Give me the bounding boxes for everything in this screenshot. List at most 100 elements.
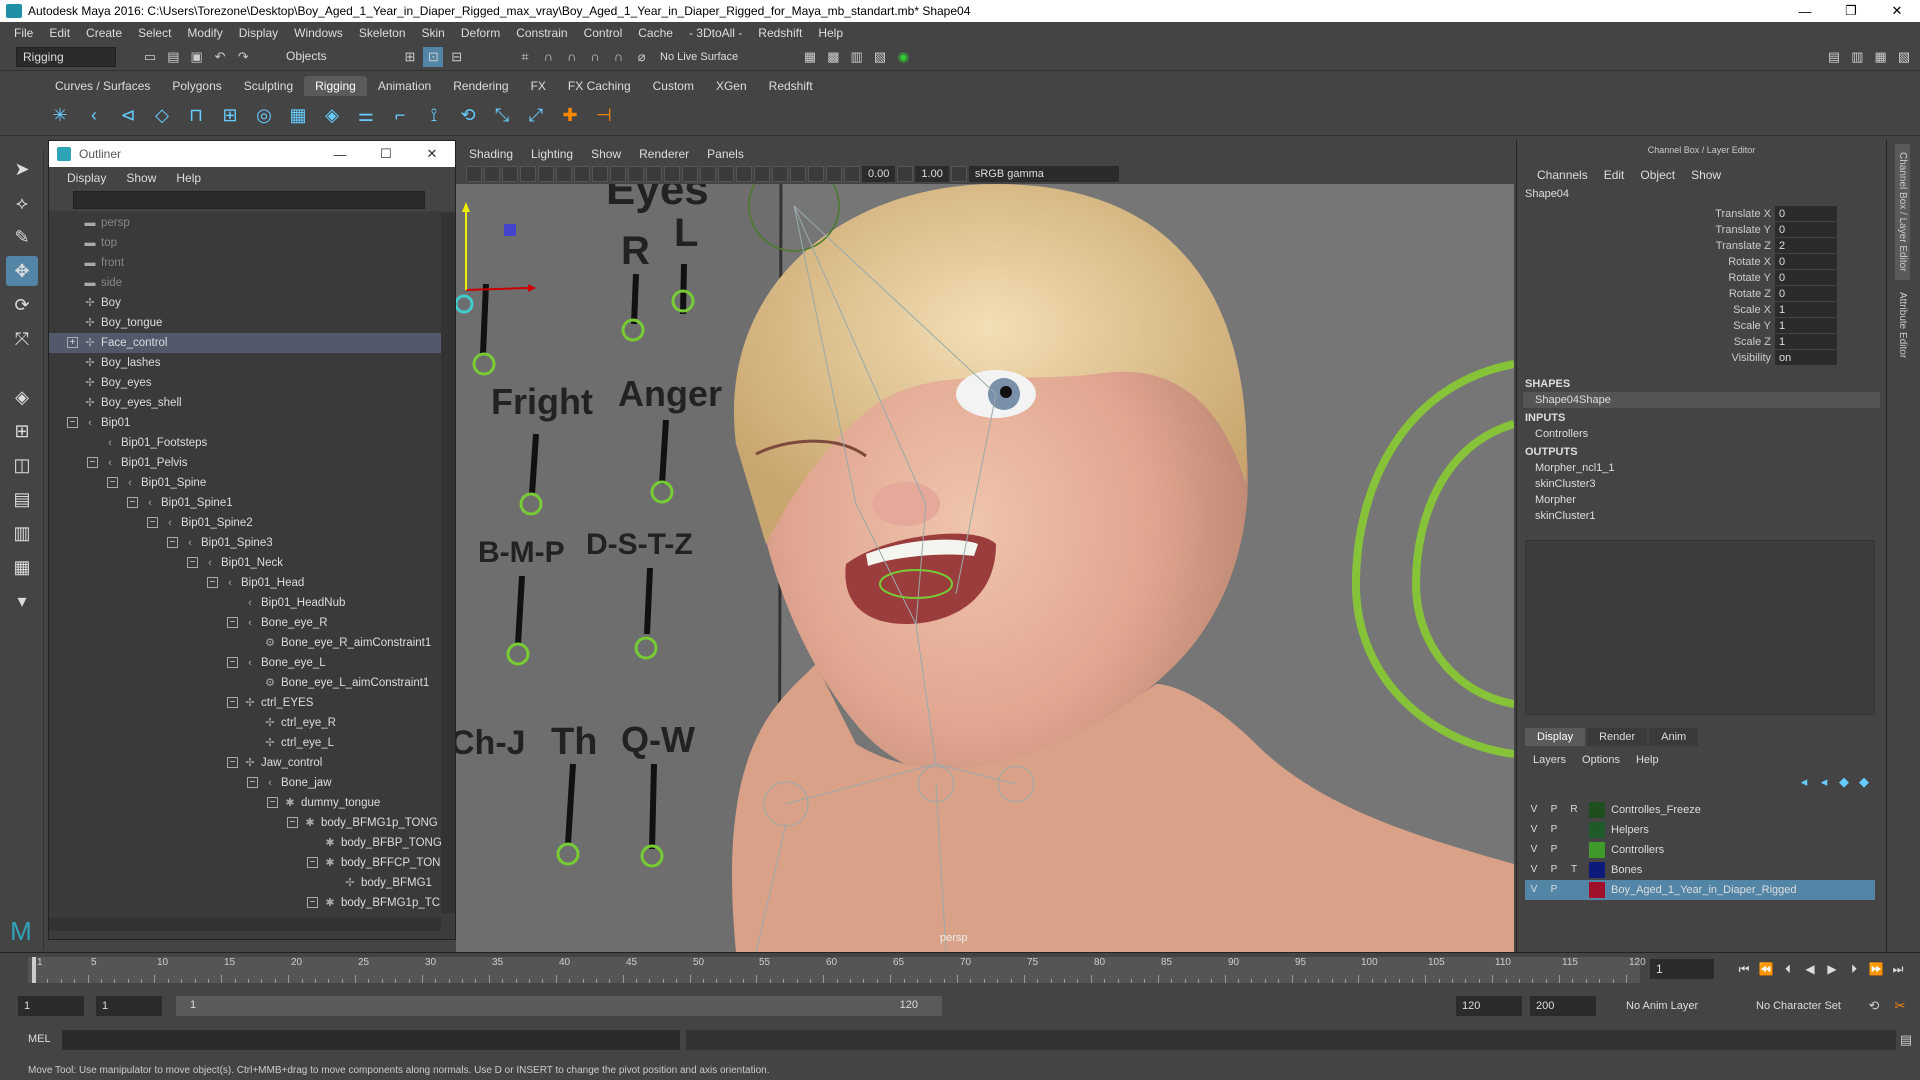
outliner-item[interactable]: ‹ Bip01_Footsteps <box>49 433 441 453</box>
layer-color-swatch[interactable] <box>1589 822 1605 838</box>
display-layer-row[interactable]: V P Boy_Aged_1_Year_in_Diaper_Rigged <box>1525 880 1875 900</box>
menu-create[interactable]: Create <box>78 26 130 40</box>
bookmark-icon[interactable] <box>502 166 518 182</box>
layer-toggle-p[interactable]: P <box>1545 801 1563 819</box>
outliner-item[interactable]: − ✱ dummy_tongue <box>49 793 441 813</box>
render-view-icon[interactable]: ▦ <box>800 47 820 67</box>
channel-attribute-name[interactable]: Translate Z <box>1517 238 1775 254</box>
outliner-menu-show[interactable]: Show <box>116 171 166 185</box>
menu-cache[interactable]: Cache <box>630 26 681 40</box>
orient-joint-icon[interactable]: ◇ <box>148 102 176 130</box>
channel-attribute-value[interactable]: 1 <box>1775 334 1837 350</box>
menu-windows[interactable]: Windows <box>286 26 351 40</box>
channel-attribute-value[interactable]: on <box>1775 350 1837 366</box>
menu-file[interactable]: File <box>6 26 41 40</box>
ipr-render-icon[interactable]: ▥ <box>847 47 867 67</box>
outliner-minimize-button[interactable]: — <box>317 147 363 162</box>
outliner-item[interactable]: ▬ front <box>49 253 441 273</box>
scale-constraint-icon[interactable]: ⤡ <box>488 102 516 130</box>
outliner-item[interactable]: − ‹ Bone_eye_L <box>49 653 441 673</box>
channel-attribute-value[interactable]: 1 <box>1775 302 1837 318</box>
xray-icon[interactable] <box>718 166 734 182</box>
layer-toggle-r[interactable] <box>1565 881 1583 899</box>
channel-attribute-name[interactable]: Translate X <box>1517 206 1775 222</box>
cb-menu-show[interactable]: Show <box>1683 168 1729 182</box>
menu-skin[interactable]: Skin <box>414 26 453 40</box>
exposure-icon[interactable] <box>844 166 860 182</box>
outliner-item[interactable]: ✢ ctrl_eye_L <box>49 733 441 753</box>
outliner-item[interactable]: − ‹ Bip01_Spine1 <box>49 493 441 513</box>
render-settings-icon[interactable]: ▧ <box>870 47 890 67</box>
character-set-dropdown[interactable]: No Character Set <box>1750 996 1870 1016</box>
exposure-field[interactable]: 0.00 <box>862 166 896 182</box>
viewport-menu-shading[interactable]: Shading <box>460 147 522 161</box>
outliner-horizontal-scrollbar[interactable] <box>49 917 441 931</box>
hypershade-icon[interactable]: ◉ <box>893 47 913 67</box>
textured-icon[interactable] <box>664 166 680 182</box>
outliner-item[interactable]: − ‹ Bip01_Neck <box>49 553 441 573</box>
resolution-gate-icon[interactable] <box>574 166 590 182</box>
tool-settings-icon[interactable]: ▦ <box>1871 47 1891 67</box>
move-layer-up-icon[interactable]: ◂ <box>1797 772 1811 792</box>
outliner-menu-help[interactable]: Help <box>166 171 211 185</box>
selection-mode-dropdown[interactable]: Objects <box>280 47 380 67</box>
menu-edit[interactable]: Edit <box>41 26 78 40</box>
layer-toggle-v[interactable]: V <box>1525 841 1543 859</box>
menu-display[interactable]: Display <box>231 26 286 40</box>
tab-curves-surfaces[interactable]: Curves / Surfaces <box>44 76 161 96</box>
playback-start-field[interactable]: 1 <box>96 996 162 1016</box>
menu-skeleton[interactable]: Skeleton <box>351 26 414 40</box>
layer-toggle-v[interactable]: V <box>1525 861 1543 879</box>
persp-outliner-layout-icon[interactable]: ▦ <box>6 552 38 582</box>
expand-toggle-icon[interactable]: − <box>227 657 238 668</box>
menu-select[interactable]: Select <box>130 26 179 40</box>
play-forwards-icon[interactable]: ▶ <box>1822 962 1842 976</box>
mirror-joint-icon[interactable]: ⊲ <box>114 102 142 130</box>
tab-rendering[interactable]: Rendering <box>442 76 519 96</box>
expand-toggle-icon[interactable]: + <box>67 337 78 348</box>
move-layer-down-icon[interactable]: ◂ <box>1817 772 1831 792</box>
outliner-item[interactable]: ✢ Boy_eyes_shell <box>49 393 441 413</box>
tab-custom[interactable]: Custom <box>642 76 705 96</box>
time-slider[interactable]: 1 5 10 15 20 25 30 35 40 45 50 55 60 65 70 75 80 85 90 95 10… <box>0 952 1920 986</box>
outliner-item[interactable]: − ‹ Bip01_Spine3 <box>49 533 441 553</box>
menu-set-dropdown[interactable]: Rigging <box>16 47 116 67</box>
animation-start-field[interactable]: 1 <box>18 996 84 1016</box>
tab-display-layers[interactable]: Display <box>1525 728 1586 746</box>
snap-curve-icon[interactable]: ∩ <box>538 47 558 67</box>
graph-layout-icon[interactable]: ▤ <box>6 484 38 514</box>
current-frame-field[interactable]: 1 <box>1650 959 1714 979</box>
new-scene-icon[interactable]: ▭ <box>140 47 160 67</box>
point-constraint-icon[interactable]: ⟟ <box>420 102 448 130</box>
input-node[interactable]: Controllers <box>1517 426 1886 442</box>
channel-attribute-name[interactable]: Translate Y <box>1517 222 1775 238</box>
layer-color-swatch[interactable] <box>1589 882 1605 898</box>
new-layer-selected-icon[interactable]: ◆ <box>1857 772 1871 792</box>
snap-view-icon[interactable]: ∩ <box>585 47 605 67</box>
current-time-indicator[interactable] <box>32 957 36 983</box>
locator-icon[interactable]: ✚ <box>556 102 584 130</box>
outliner-item[interactable]: ⚙ Bone_eye_L_aimConstraint1 <box>49 673 441 693</box>
use-all-lights-icon[interactable] <box>682 166 698 182</box>
anim-layer-dropdown[interactable]: No Anim Layer <box>1620 996 1730 1016</box>
move-tool-icon[interactable]: ✥ <box>6 256 38 286</box>
channel-attribute-value[interactable]: 0 <box>1775 206 1837 222</box>
outliner-item[interactable]: ▬ top <box>49 233 441 253</box>
preferences-icon[interactable]: ✂ <box>1890 996 1910 1016</box>
display-layer-row[interactable]: V P Controllers <box>1525 840 1875 860</box>
outliner-item[interactable]: + ✢ Face_control <box>49 333 441 353</box>
outliner-item[interactable]: − ‹ Bip01 <box>49 413 441 433</box>
channel-attribute-value[interactable]: 1 <box>1775 318 1837 334</box>
outliner-item[interactable]: ▬ side <box>49 273 441 293</box>
menu-constrain[interactable]: Constrain <box>508 26 575 40</box>
shadows-icon[interactable] <box>700 166 716 182</box>
step-forward-frame-icon[interactable]: ⏵ <box>1844 962 1864 977</box>
outliner-item[interactable]: ✢ Boy_lashes <box>49 353 441 373</box>
wireframe-icon[interactable] <box>610 166 626 182</box>
channel-attribute-name[interactable]: Scale X <box>1517 302 1775 318</box>
step-back-frame-icon[interactable]: ⏴ <box>1778 962 1798 977</box>
side-tab-channel-box[interactable]: Channel Box / Layer Editor <box>1895 144 1910 280</box>
expand-toggle-icon[interactable]: − <box>207 577 218 588</box>
channel-attribute-value[interactable]: 0 <box>1775 222 1837 238</box>
layer-toggle-v[interactable]: V <box>1525 821 1543 839</box>
